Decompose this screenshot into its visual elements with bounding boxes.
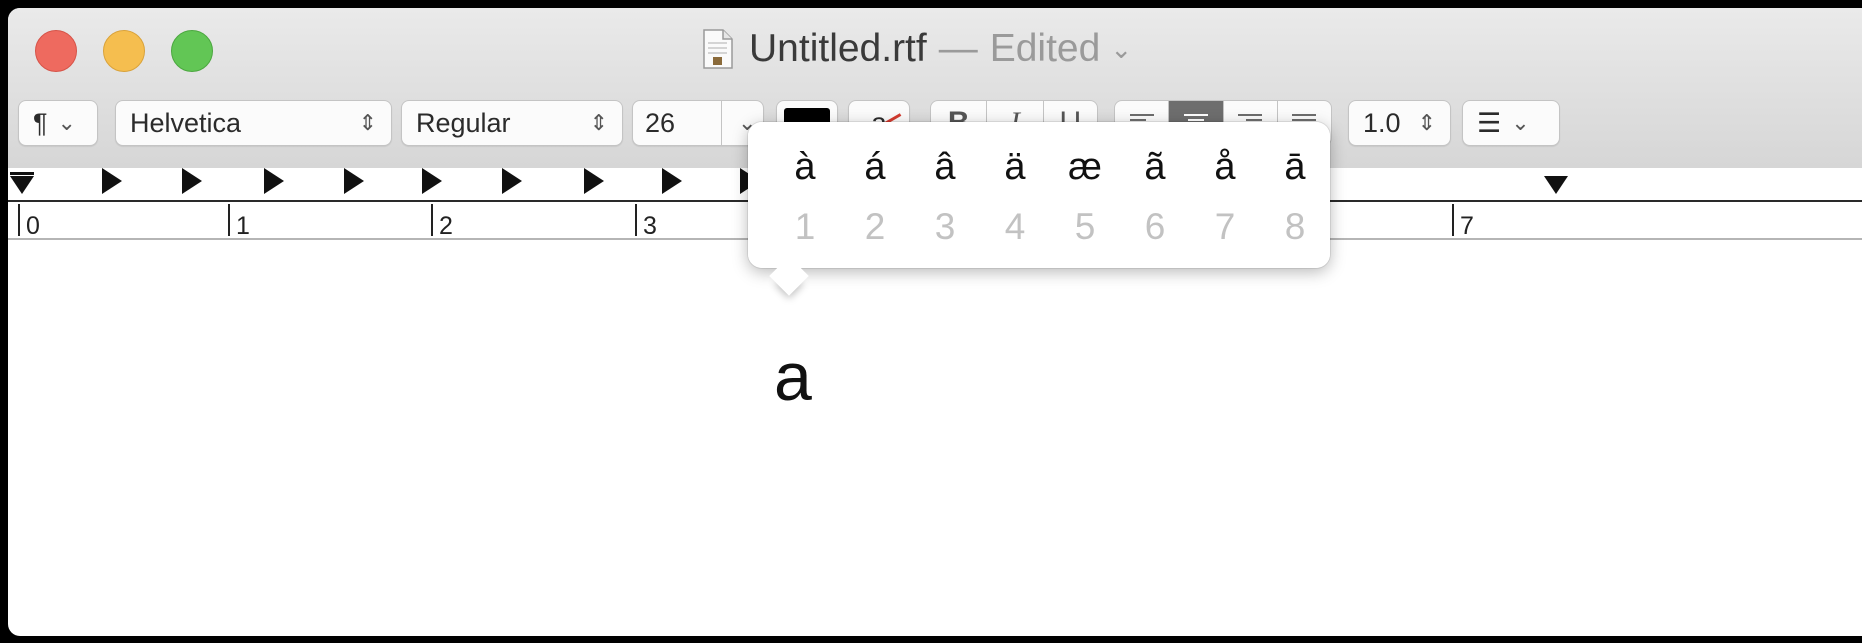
- first-line-indent-marker[interactable]: [10, 172, 34, 175]
- list-icon: ☰: [1477, 107, 1502, 138]
- shortcut-number: 1: [794, 206, 816, 247]
- tab-stop-marker[interactable]: [502, 168, 522, 194]
- paragraph-styles-button[interactable]: ¶ ⌄: [18, 100, 98, 146]
- accent-option-ae[interactable]: æ: [1050, 146, 1120, 189]
- ruler-major-tick: [635, 204, 637, 236]
- accent-option-a-macron[interactable]: ā: [1260, 146, 1330, 189]
- tab-stop-marker[interactable]: [182, 168, 202, 194]
- shortcut-number: 7: [1214, 206, 1236, 247]
- tab-stop-marker[interactable]: [422, 168, 442, 194]
- updown-icon: ⇕: [589, 110, 608, 135]
- list-bullets-popup[interactable]: ☰ ⌄: [1462, 100, 1560, 146]
- ruler-major-tick: [18, 204, 20, 236]
- accent-option-a-grave[interactable]: à: [770, 146, 840, 189]
- tab-stop-marker[interactable]: [662, 168, 682, 194]
- left-indent-marker[interactable]: [10, 176, 34, 194]
- ruler-number: 3: [643, 212, 657, 240]
- tab-stop-marker[interactable]: [584, 168, 604, 194]
- ruler-number: 2: [439, 212, 453, 240]
- shortcut-number: 8: [1284, 206, 1306, 247]
- tab-stop-marker[interactable]: [102, 168, 122, 194]
- accent-picker-popover: à á â ä æ ã å ā 1 2 3 4 5 6 7 8: [748, 122, 1330, 296]
- accent-option-a-ring[interactable]: å: [1190, 146, 1260, 189]
- font-style-value: Regular: [416, 107, 511, 138]
- textedit-window: Untitled.rtf — Edited ⌄ ¶ ⌄ Helvetica ⇕ …: [8, 8, 1862, 636]
- accent-option-a-acute[interactable]: á: [840, 146, 910, 189]
- updown-icon: ⇕: [1417, 110, 1436, 135]
- chevron-down-icon: ⌄: [57, 110, 76, 135]
- font-size-combo[interactable]: 26 ⌄: [632, 100, 764, 146]
- accent-characters-row: à á â ä æ ã å ā: [748, 146, 1330, 189]
- document-name: Untitled.rtf: [749, 27, 927, 70]
- ruler-major-tick: [1452, 204, 1454, 236]
- updown-icon: ⇕: [358, 110, 377, 135]
- window-title[interactable]: Untitled.rtf — Edited ⌄: [703, 24, 1132, 74]
- font-family-value: Helvetica: [130, 107, 242, 138]
- ruler-number: 7: [1460, 212, 1474, 240]
- rtf-document-icon: [703, 29, 733, 69]
- shortcut-number: 5: [1074, 206, 1096, 247]
- ruler-major-tick: [431, 204, 433, 236]
- line-spacing-popup[interactable]: 1.0 ⇕: [1348, 100, 1451, 146]
- zoom-button[interactable]: [171, 30, 213, 72]
- accent-option-a-diaeresis[interactable]: ä: [980, 146, 1050, 189]
- ruler-number: 0: [26, 212, 40, 240]
- shortcut-number: 6: [1144, 206, 1166, 247]
- chevron-down-icon: ⌄: [1511, 110, 1530, 135]
- edited-status: Edited: [989, 27, 1101, 70]
- accent-shortcuts-row: 1 2 3 4 5 6 7 8: [748, 206, 1330, 248]
- pilcrow-icon: ¶: [33, 107, 48, 138]
- document-text[interactable]: a: [774, 338, 812, 416]
- minimize-button[interactable]: [103, 30, 145, 72]
- shortcut-number: 3: [934, 206, 956, 247]
- accent-option-a-circumflex[interactable]: â: [910, 146, 980, 189]
- tab-stop-marker[interactable]: [264, 168, 284, 194]
- chevron-down-icon[interactable]: ⌄: [1110, 34, 1132, 65]
- line-spacing-value: 1.0: [1363, 107, 1401, 138]
- tab-stop-marker[interactable]: [344, 168, 364, 194]
- shortcut-number: 4: [1004, 206, 1026, 247]
- font-size-input[interactable]: 26: [633, 101, 722, 145]
- right-indent-marker[interactable]: [1544, 176, 1568, 194]
- title-separator: —: [938, 27, 978, 70]
- close-button[interactable]: [35, 30, 77, 72]
- font-style-popup[interactable]: Regular ⇕: [401, 100, 623, 146]
- font-family-popup[interactable]: Helvetica ⇕: [115, 100, 392, 146]
- accent-option-a-tilde[interactable]: ã: [1120, 146, 1190, 189]
- ruler-number: 1: [236, 212, 250, 240]
- shortcut-number: 2: [864, 206, 886, 247]
- ruler-major-tick: [228, 204, 230, 236]
